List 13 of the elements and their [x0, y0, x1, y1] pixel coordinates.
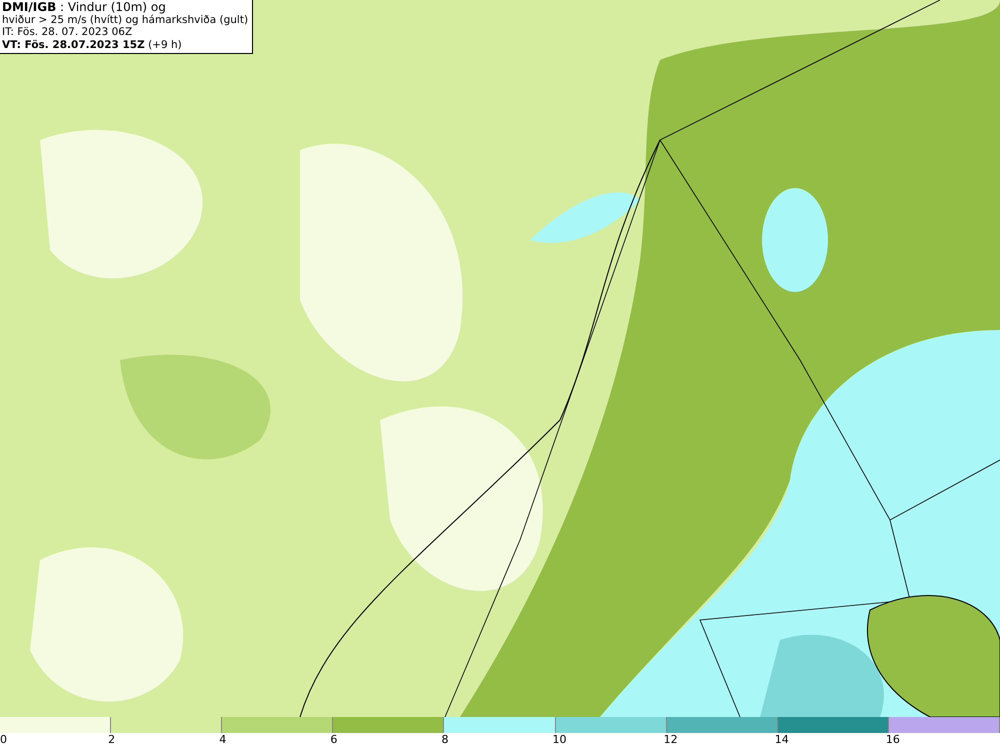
legend-label: 16 — [886, 733, 900, 746]
legend-label: 12 — [664, 733, 678, 746]
legend-label: 2 — [108, 733, 116, 746]
legend-label: 4 — [219, 733, 226, 746]
info-text: DMI/IGB : Vindur (10m) og — [2, 1, 167, 14]
info-text: IT: Fös. 28. 07. 2023 06Z — [2, 26, 134, 38]
legend-label: 0 — [0, 733, 7, 746]
info-text: hviður > 25 m/s (hvítt) og hámarkshviða (gult) — [2, 14, 248, 26]
legend-label: 8 — [441, 733, 448, 746]
legend-label: 14 — [774, 733, 789, 746]
legend-label: 10 — [552, 733, 567, 746]
legend-label: 6 — [330, 733, 338, 746]
info-text: VT: Fös. 28.07.2023 15Z (+9 h) — [2, 38, 183, 51]
